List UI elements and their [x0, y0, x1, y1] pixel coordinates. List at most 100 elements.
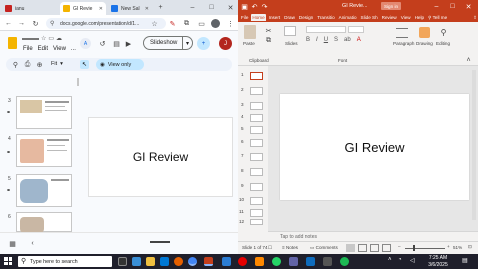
ppt-thumb-8[interactable] [250, 168, 263, 176]
ppt-thumb-12[interactable] [250, 219, 263, 225]
slide-thumbnail-5[interactable] [16, 174, 72, 207]
zoom-in-icon[interactable]: + [447, 244, 450, 249]
undo-icon[interactable]: ↶ [250, 2, 259, 11]
autosave-icon[interactable]: ▣ [240, 2, 249, 11]
tab-file[interactable]: File [240, 14, 249, 21]
zoom-icon[interactable]: ⊕ [35, 60, 44, 69]
version-history-icon[interactable]: ↺ [98, 39, 107, 48]
app-gray-icon[interactable] [323, 257, 332, 266]
char-spacing-icon[interactable]: ab [344, 37, 351, 43]
fit-to-window-icon[interactable]: ⊡ [468, 244, 472, 250]
italic-icon[interactable]: I [316, 37, 318, 43]
maximize-icon[interactable]: □ [448, 2, 457, 11]
tab-animations[interactable]: Animatio [338, 14, 358, 21]
taskbar-search-box[interactable]: ⚲ Type here to search [18, 256, 112, 267]
share-button[interactable]: + [197, 37, 210, 50]
slide-thumbnail-4[interactable] [16, 134, 72, 167]
ppt-thumb-11[interactable] [250, 209, 263, 217]
font-color-icon[interactable]: A [357, 37, 361, 43]
minimize-icon[interactable]: – [188, 3, 197, 12]
zoom-percent[interactable]: 51% [453, 245, 462, 250]
slide-thumbnail-6[interactable] [16, 212, 72, 233]
paste-icon[interactable] [244, 25, 256, 39]
normal-view-icon[interactable] [346, 244, 355, 252]
filmstrip-scrollbar[interactable] [77, 78, 79, 86]
new-slide-icon[interactable] [284, 26, 296, 36]
font-name-select[interactable] [306, 26, 346, 33]
tab-help[interactable]: Help [414, 14, 425, 21]
redo-icon[interactable]: ↷ [260, 2, 269, 11]
firefox-icon[interactable] [174, 257, 183, 266]
windows-start-icon[interactable] [4, 257, 12, 265]
edge-icon[interactable] [132, 257, 141, 266]
network-icon[interactable]: ◔ [398, 257, 402, 263]
collapse-filmstrip-icon[interactable]: ‹ [28, 239, 37, 248]
accessibility-icon[interactable]: ☐ [268, 245, 272, 251]
new-tab-icon[interactable]: + [156, 3, 165, 12]
print-icon[interactable]: ⎙ [23, 60, 32, 69]
collapse-ribbon-icon[interactable]: ˄ [464, 56, 473, 65]
clock-date[interactable]: 3/6/2025 [424, 262, 452, 268]
close-window-icon[interactable]: ✕ [464, 2, 473, 11]
ppt-thumb-3[interactable] [250, 102, 263, 110]
doc-title-text[interactable] [22, 38, 39, 40]
back-icon[interactable]: ← [4, 19, 13, 28]
chrome-tab-3[interactable]: New Sal ✕ [108, 2, 152, 15]
search-menus-icon[interactable]: ⚲ [11, 60, 20, 69]
clock-time[interactable]: 7:25 AM [424, 255, 452, 261]
bold-icon[interactable]: B [306, 37, 310, 43]
account-avatar[interactable]: J [219, 37, 232, 50]
copy-icon[interactable]: ⧉ [264, 36, 273, 45]
reload-icon[interactable]: ↻ [31, 19, 40, 28]
reading-view-icon[interactable] [370, 244, 379, 252]
maximize-icon[interactable]: □ [207, 3, 216, 12]
volume-icon[interactable]: ◁ [410, 257, 415, 264]
tell-me-search[interactable]: ⚲ Tell me [427, 14, 448, 22]
vertical-scrollbar[interactable] [472, 70, 476, 220]
cut-icon[interactable]: ✂ [264, 26, 273, 35]
minimize-icon[interactable]: – [432, 2, 441, 11]
zoom-slider-thumb[interactable] [413, 245, 415, 251]
url-input[interactable]: ⚲ docs.google.com/presentation/d/1... [46, 18, 166, 29]
slide-canvas[interactable]: GI Review [88, 117, 233, 197]
star-icon[interactable]: ☆ [41, 35, 46, 42]
ppt-slide-title[interactable]: GI Review [345, 140, 405, 155]
slideshow-button[interactable]: Slideshow ▾ [143, 36, 193, 50]
drawing-shapes-icon[interactable] [419, 27, 430, 38]
chrome-tab-1[interactable]: ianu [2, 2, 42, 15]
tab-slide-show[interactable]: Slide Sh [360, 14, 379, 21]
tab-view[interactable]: View [400, 14, 412, 21]
slideshow-view-icon[interactable] [382, 244, 391, 252]
notification-icon[interactable]: ▤ [462, 257, 468, 264]
green-app-icon[interactable] [272, 257, 281, 266]
outlook-icon[interactable] [306, 257, 315, 266]
ppt-thumb-9[interactable] [250, 183, 263, 191]
menu-edit[interactable]: Edit [38, 46, 48, 52]
vlc-icon[interactable] [255, 257, 264, 266]
comments-icon[interactable]: ▤ [112, 39, 121, 48]
ppt-thumb-1[interactable] [250, 72, 263, 80]
chevron-down-icon[interactable]: ▾ [181, 37, 192, 49]
ppt-thumb-6[interactable] [250, 139, 263, 147]
app-red-icon[interactable] [238, 257, 247, 266]
site-info-icon[interactable]: ⚲ [50, 20, 54, 27]
select-pointer-icon[interactable]: ↖ [80, 60, 89, 69]
paragraph-icon[interactable] [396, 28, 408, 38]
tab-transitions[interactable]: Transitio [316, 14, 335, 21]
close-window-icon[interactable]: ✕ [226, 3, 235, 12]
tab-home[interactable]: Home [251, 14, 266, 21]
show-hidden-icons[interactable]: ˄ [388, 257, 392, 263]
zoom-select[interactable]: Fit ▾ [51, 61, 63, 67]
pen-extension-icon[interactable]: ✎ [168, 19, 177, 28]
forward-icon[interactable]: → [17, 19, 26, 28]
notes-button[interactable]: ≡ Notes [282, 245, 298, 250]
strikethrough-icon[interactable]: S [334, 37, 338, 43]
find-icon[interactable]: ⚲ [439, 28, 448, 37]
powerpoint-taskbar-icon[interactable] [204, 257, 213, 266]
chrome-menu-icon[interactable]: ⋮ [226, 19, 235, 28]
bookmark-star-icon[interactable]: ☆ [150, 19, 159, 28]
ppt-thumb-4[interactable] [250, 114, 263, 122]
ppt-slide-canvas[interactable]: GI Review [280, 94, 469, 200]
ppt-thumb-7[interactable] [250, 153, 263, 161]
zoom-slider[interactable] [405, 248, 445, 249]
